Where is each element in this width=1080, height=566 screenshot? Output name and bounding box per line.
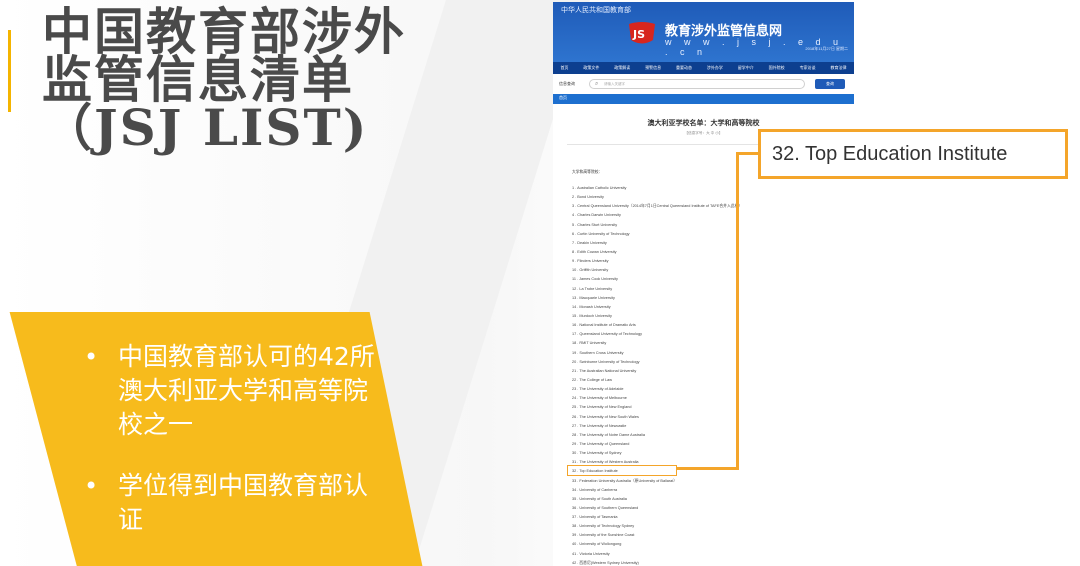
bullet-list: 中国教育部认可的42所澳大利亚大学和高等院校之一 学位得到中国教育部认证 (82, 340, 382, 564)
university-list-item: 20 . Swinburne University of Technology (572, 359, 640, 364)
university-list-item: 37 . University of Tasmania (572, 515, 618, 520)
university-list-item: 30 . The University of Sydney (572, 451, 622, 456)
university-list-item: 14 . Monash University (572, 304, 611, 309)
university-list-item: 2 . Bond University (572, 195, 604, 200)
site-nav-bar: 首页 政策文件 政策解读 预警信息 重要动态 涉外办学 留学中介 国外院校 专家… (553, 62, 854, 74)
article-title: 澳大利亚学校名单：大学和高等院校 (647, 118, 760, 127)
bullet-item: 学位得到中国教育部认证 (82, 469, 382, 537)
breadcrumb-home[interactable]: 首页 (559, 95, 567, 101)
breadcrumb: 首页 (553, 94, 854, 104)
callout-text: 32. Top Education Institute (772, 143, 1008, 165)
site-date: 2018年11月27日 星期二 (805, 46, 848, 51)
search-placeholder: 请输入关键字 (604, 82, 625, 86)
nav-item[interactable]: 留学中介 (738, 65, 754, 71)
nav-item[interactable]: 重要动态 (676, 65, 692, 71)
university-list-item: 3 . Central Queensland University（2014年7… (572, 204, 743, 209)
university-list-item: 16 . National Institute of Dramatic Arts (572, 323, 636, 328)
university-list-item: 6 . Curtin University of Technology (572, 231, 630, 236)
university-list-item: 28 . The University of Notre Dame Austra… (572, 432, 645, 437)
university-list-item: 42 . 西悉尼(Western Sydney University) (572, 560, 639, 565)
university-list-item: 29 . The University of Queensland (572, 441, 630, 446)
university-list-item: 21 . The Australian National University (572, 368, 637, 373)
callout-connector (736, 152, 758, 155)
university-list-item: 10 . Griffith University (572, 268, 609, 273)
callout-box: 32. Top Education Institute (758, 129, 1068, 179)
university-list-item: 24 . The University of Melbourne (572, 396, 627, 401)
search-button[interactable]: 查询 (815, 79, 845, 89)
university-list-item: 9 . Flinders University (572, 259, 609, 264)
university-list-item: 12 . La Trobe University (572, 286, 613, 291)
search-label: 信息查询 (559, 81, 575, 86)
bullet-item: 中国教育部认可的42所澳大利亚大学和高等院校之一 (82, 340, 382, 442)
website-screenshot: 中华人民共和国教育部 JS 教育涉外监管信息网 w w w . j s j . … (553, 2, 854, 566)
nav-item[interactable]: 专家访谈 (800, 65, 816, 71)
list-heading: 大学和高等院校： (572, 170, 603, 174)
nav-item[interactable]: 预警信息 (645, 65, 661, 71)
site-header: 中华人民共和国教育部 JS 教育涉外监管信息网 w w w . j s j . … (553, 2, 854, 62)
university-list-item: 40 . University of Wollongong (572, 542, 622, 547)
university-list-item: 7 . Deakin University (572, 240, 607, 245)
university-list-item: 17 . Queensland University of Technology (572, 332, 643, 337)
university-list-item: 8 . Edith Cowan University (572, 249, 617, 254)
nav-item[interactable]: 教育法律 (830, 65, 846, 71)
svg-text:JS: JS (632, 28, 645, 41)
university-list-item: 38 . University of Technology Sydney (572, 524, 635, 529)
university-list-item: 36 . University of Southern Queensland (572, 505, 639, 510)
university-list-item: 23 . The University of Adelaide (572, 387, 624, 392)
title-line-3: （JSJ LIST) (42, 98, 369, 157)
university-list-item: 19 . Southern Cross University (572, 350, 624, 355)
university-list-item: 33 . Federation University Australia（原Un… (572, 478, 678, 483)
university-list-item: 39 . University of the Sunshine Coast (572, 533, 635, 538)
nav-item[interactable]: 政策解读 (614, 65, 630, 71)
callout-connector (736, 152, 739, 470)
university-list-item: 27 . The University of Newcastle (572, 423, 627, 428)
nav-item[interactable]: 首页 (560, 65, 568, 71)
university-list-item: 41 . Victoria University (572, 551, 610, 556)
slide-title: 中国教育部涉外 监管信息清单 （JSJ LIST) (42, 2, 462, 157)
university-list-item: 34 . University of Canberra (572, 487, 618, 492)
university-list-item: 18 . RMIT University (572, 341, 607, 346)
nav-item[interactable]: 国外院校 (769, 65, 785, 71)
site-logo-icon: JS (629, 22, 655, 44)
university-list-item: 4 . Charles Darwin University (572, 213, 621, 218)
site-top-line: 中华人民共和国教育部 (561, 7, 631, 14)
highlight-box (567, 465, 677, 476)
nav-item[interactable]: 政策文件 (583, 65, 599, 71)
nav-item[interactable]: 涉外办学 (707, 65, 723, 71)
university-list-item: 26 . The University of New South Wales (572, 414, 639, 419)
search-icon: ⌕ (595, 81, 599, 87)
university-list-item: 13 . Macquarie University (572, 295, 615, 300)
site-search-bar: 信息查询 ⌕ 请输入关键字 查询 (553, 74, 854, 94)
title-accent-bar (8, 30, 11, 112)
callout-connector (677, 467, 739, 470)
university-list-item: 22 . The College of Law (572, 377, 613, 382)
university-list-item: 11 . James Cook University (572, 277, 618, 282)
title-line-2: 监管信息清单 (42, 50, 354, 109)
search-input[interactable]: ⌕ 请输入关键字 (589, 79, 805, 89)
university-list-item: 25 . The University of New England (572, 405, 632, 410)
title-line-1: 中国教育部涉外 (42, 2, 406, 61)
university-list-item: 1 . Australian Catholic University (572, 186, 627, 190)
university-list-item: 5 . Charles Sturt University (572, 222, 618, 227)
university-list-item: 15 . Murdoch University (572, 313, 612, 318)
university-list: 1 . Australian Catholic University 2 . Bo… (572, 186, 742, 566)
university-list-item: 35 . University of South Australia (572, 496, 627, 501)
